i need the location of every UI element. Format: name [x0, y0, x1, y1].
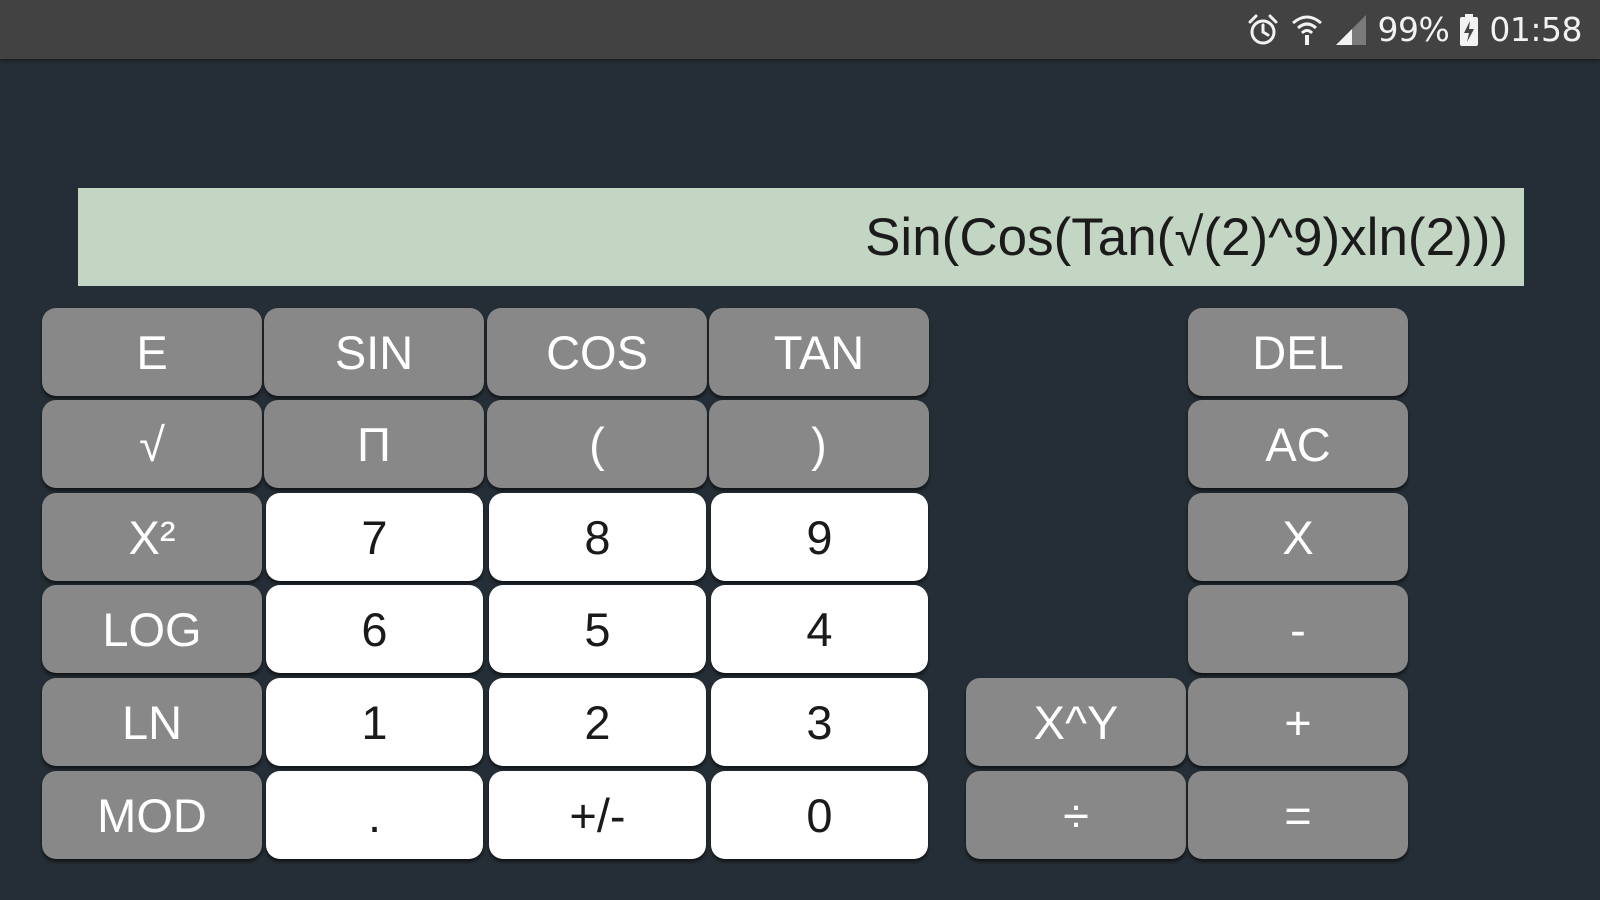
- digit-4-button[interactable]: 4: [711, 585, 928, 673]
- digit-5-button[interactable]: 5: [489, 585, 706, 673]
- alarm-icon: [1246, 13, 1280, 47]
- ln-button[interactable]: LN: [42, 678, 262, 766]
- minus-button[interactable]: -: [1188, 585, 1408, 673]
- negate-button[interactable]: +/-: [489, 771, 706, 859]
- digit-1-button[interactable]: 1: [266, 678, 483, 766]
- decimal-button[interactable]: .: [266, 771, 483, 859]
- square-button[interactable]: X²: [42, 493, 262, 581]
- cell-signal-icon: [1334, 13, 1368, 47]
- divide-button[interactable]: ÷: [966, 771, 1186, 859]
- plus-button[interactable]: +: [1188, 678, 1408, 766]
- equals-button[interactable]: =: [1188, 771, 1408, 859]
- sqrt-button[interactable]: √: [42, 400, 262, 488]
- cos-button[interactable]: COS: [487, 308, 707, 396]
- close-paren-button[interactable]: ): [709, 400, 929, 488]
- clock: 01:58: [1489, 10, 1582, 49]
- digit-6-button[interactable]: 6: [266, 585, 483, 673]
- pi-button[interactable]: Π: [264, 400, 484, 488]
- digit-7-button[interactable]: 7: [266, 493, 483, 581]
- multiply-button[interactable]: X: [1188, 493, 1408, 581]
- status-indicators: 99% 01:58: [1246, 0, 1582, 59]
- mod-button[interactable]: MOD: [42, 771, 262, 859]
- expression-display: Sin(Cos(Tan(√(2)^9)xln(2))): [78, 188, 1524, 286]
- e-button[interactable]: E: [42, 308, 262, 396]
- power-button[interactable]: X^Y: [966, 678, 1186, 766]
- tan-button[interactable]: TAN: [709, 308, 929, 396]
- open-paren-button[interactable]: (: [487, 400, 707, 488]
- digit-8-button[interactable]: 8: [489, 493, 706, 581]
- digit-3-button[interactable]: 3: [711, 678, 928, 766]
- digit-9-button[interactable]: 9: [711, 493, 928, 581]
- status-bar: 99% 01:58: [0, 0, 1600, 59]
- digit-0-button[interactable]: 0: [711, 771, 928, 859]
- battery-percent: 99%: [1377, 10, 1450, 49]
- all-clear-button[interactable]: AC: [1188, 400, 1408, 488]
- digit-2-button[interactable]: 2: [489, 678, 706, 766]
- battery-charging-icon: [1459, 13, 1479, 47]
- sin-button[interactable]: SIN: [264, 308, 484, 396]
- log-button[interactable]: LOG: [42, 585, 262, 673]
- delete-button[interactable]: DEL: [1188, 308, 1408, 396]
- wifi-icon: [1290, 13, 1324, 47]
